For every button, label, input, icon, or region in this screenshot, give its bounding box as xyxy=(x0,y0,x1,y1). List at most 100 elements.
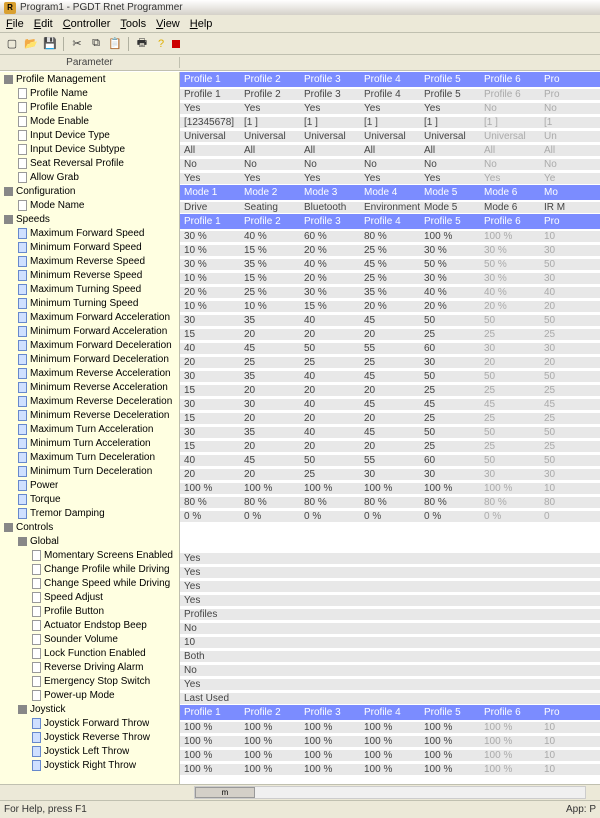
data-cell[interactable]: Yes xyxy=(180,581,600,592)
data-cell[interactable]: 100 % xyxy=(240,483,300,494)
grid-data-row[interactable]: No xyxy=(180,621,600,635)
data-cell[interactable]: 100 % xyxy=(360,483,420,494)
grid-data-row[interactable]: YesYesYesYesYesNoNo xyxy=(180,101,600,115)
grid-data-row[interactable]: Yes xyxy=(180,579,600,593)
data-cell[interactable]: 40 xyxy=(300,315,360,326)
data-cell[interactable]: 50 xyxy=(300,343,360,354)
data-cell[interactable]: 15 xyxy=(180,385,240,396)
data-cell[interactable]: 80 % xyxy=(240,497,300,508)
data-cell[interactable]: 10 xyxy=(540,483,600,494)
data-cell[interactable]: Pro xyxy=(540,89,600,100)
grid-data-row[interactable]: Profiles xyxy=(180,607,600,621)
data-cell[interactable]: 30 % xyxy=(180,231,240,242)
data-cell[interactable]: 100 % xyxy=(180,722,240,733)
data-cell[interactable]: 30 % xyxy=(480,245,540,256)
data-cell[interactable]: 20 % xyxy=(300,245,360,256)
print-icon[interactable]: 🖶 xyxy=(134,36,150,52)
data-cell[interactable]: 20 xyxy=(240,329,300,340)
menu-file[interactable]: File xyxy=(6,18,24,30)
tree-row[interactable]: Minimum Forward Deceleration xyxy=(0,352,179,366)
data-cell[interactable]: Yes xyxy=(420,103,480,114)
data-cell[interactable]: Yes xyxy=(300,173,360,184)
help-icon[interactable]: ? xyxy=(153,36,169,52)
data-cell[interactable]: 25 xyxy=(300,469,360,480)
data-cell[interactable]: 50 xyxy=(420,371,480,382)
data-cell[interactable]: 100 % xyxy=(300,722,360,733)
horizontal-scrollbar[interactable]: m xyxy=(0,784,600,800)
data-cell[interactable]: 45 xyxy=(480,399,540,410)
grid-data-row[interactable]: 15202020252525 xyxy=(180,439,600,453)
header-cell[interactable]: Profile 4 xyxy=(360,74,420,85)
tree-row[interactable]: Maximum Turning Speed xyxy=(0,282,179,296)
data-cell[interactable]: 100 % xyxy=(180,736,240,747)
grid-data-row[interactable]: Last Used xyxy=(180,691,600,705)
stop-icon[interactable] xyxy=(172,40,180,48)
tree-row[interactable]: Minimum Forward Speed xyxy=(0,240,179,254)
data-cell[interactable]: 10 xyxy=(540,750,600,761)
grid-data-row[interactable]: 10 %15 %20 %25 %30 %30 %30 xyxy=(180,271,600,285)
data-cell[interactable]: 100 % xyxy=(420,483,480,494)
data-cell[interactable]: Mode 5 xyxy=(420,202,480,213)
data-cell[interactable]: 30 xyxy=(420,469,480,480)
data-cell[interactable]: Seating xyxy=(240,202,300,213)
grid-data-row[interactable]: 100 %100 %100 %100 %100 %100 %10 xyxy=(180,748,600,762)
data-cell[interactable]: 10 % xyxy=(180,301,240,312)
grid-data-row[interactable]: YesYesYesYesYesYesYe xyxy=(180,171,600,185)
grid-data-row[interactable]: No xyxy=(180,663,600,677)
data-cell[interactable]: 60 xyxy=(420,343,480,354)
data-cell[interactable]: 30 % xyxy=(420,273,480,284)
data-cell[interactable]: 40 % xyxy=(300,259,360,270)
header-cell[interactable]: Profile 5 xyxy=(420,74,480,85)
data-cell[interactable]: 25 xyxy=(480,441,540,452)
data-cell[interactable]: 50 xyxy=(420,427,480,438)
data-cell[interactable]: 30 xyxy=(360,469,420,480)
data-cell[interactable]: 100 % xyxy=(480,736,540,747)
data-cell[interactable]: 10 % xyxy=(180,245,240,256)
header-cell[interactable]: Mo xyxy=(540,187,600,198)
cut-icon[interactable]: ✂ xyxy=(69,36,85,52)
data-cell[interactable]: No xyxy=(360,159,420,170)
data-cell[interactable]: 100 % xyxy=(480,483,540,494)
data-cell[interactable]: Yes xyxy=(180,567,600,578)
data-cell[interactable]: 40 % xyxy=(480,287,540,298)
menu-view[interactable]: View xyxy=(156,18,180,30)
data-cell[interactable]: 60 xyxy=(420,455,480,466)
tree-row[interactable]: Profile Management xyxy=(0,72,179,86)
data-cell[interactable]: 20 % xyxy=(180,287,240,298)
data-cell[interactable]: 15 % xyxy=(240,273,300,284)
grid-data-row[interactable]: 15202020252525 xyxy=(180,327,600,341)
header-cell[interactable]: Profile 2 xyxy=(240,707,300,718)
data-cell[interactable]: 15 xyxy=(180,441,240,452)
data-cell[interactable]: No xyxy=(480,103,540,114)
data-cell[interactable]: 30 xyxy=(540,469,600,480)
data-cell[interactable]: 100 % xyxy=(480,750,540,761)
tree-row[interactable]: Global xyxy=(0,534,179,548)
data-cell[interactable]: 100 % xyxy=(420,750,480,761)
grid-data-row[interactable]: 40455055603030 xyxy=(180,341,600,355)
tree-row[interactable]: Change Speed while Driving xyxy=(0,576,179,590)
data-cell[interactable]: 100 % xyxy=(360,750,420,761)
data-cell[interactable]: No xyxy=(480,159,540,170)
data-cell[interactable]: 35 xyxy=(240,371,300,382)
data-cell[interactable]: 25 % xyxy=(240,287,300,298)
data-cell[interactable]: 50 xyxy=(480,455,540,466)
data-cell[interactable]: Universal xyxy=(480,131,540,142)
data-cell[interactable]: Last Used xyxy=(180,693,600,704)
tree-row[interactable]: Joystick xyxy=(0,702,179,716)
data-cell[interactable]: 10 xyxy=(540,764,600,775)
grid-data-row[interactable]: 15202020252525 xyxy=(180,383,600,397)
data-cell[interactable]: 20 xyxy=(300,385,360,396)
data-cell[interactable]: 10 xyxy=(540,231,600,242)
data-cell[interactable]: 20 xyxy=(180,469,240,480)
grid-data-row[interactable]: 80 %80 %80 %80 %80 %80 %80 xyxy=(180,495,600,509)
data-cell[interactable]: 35 % xyxy=(360,287,420,298)
data-cell[interactable]: 100 % xyxy=(360,736,420,747)
grid-data-row[interactable]: 10 %15 %20 %25 %30 %30 %30 xyxy=(180,243,600,257)
grid-data-row[interactable]: Yes xyxy=(180,551,600,565)
data-cell[interactable]: 100 % xyxy=(480,764,540,775)
data-cell[interactable]: 25 xyxy=(420,441,480,452)
data-cell[interactable]: 20 xyxy=(240,385,300,396)
data-cell[interactable]: 50 xyxy=(480,371,540,382)
data-cell[interactable]: 0 xyxy=(540,511,600,522)
data-cell[interactable]: 80 xyxy=(540,497,600,508)
